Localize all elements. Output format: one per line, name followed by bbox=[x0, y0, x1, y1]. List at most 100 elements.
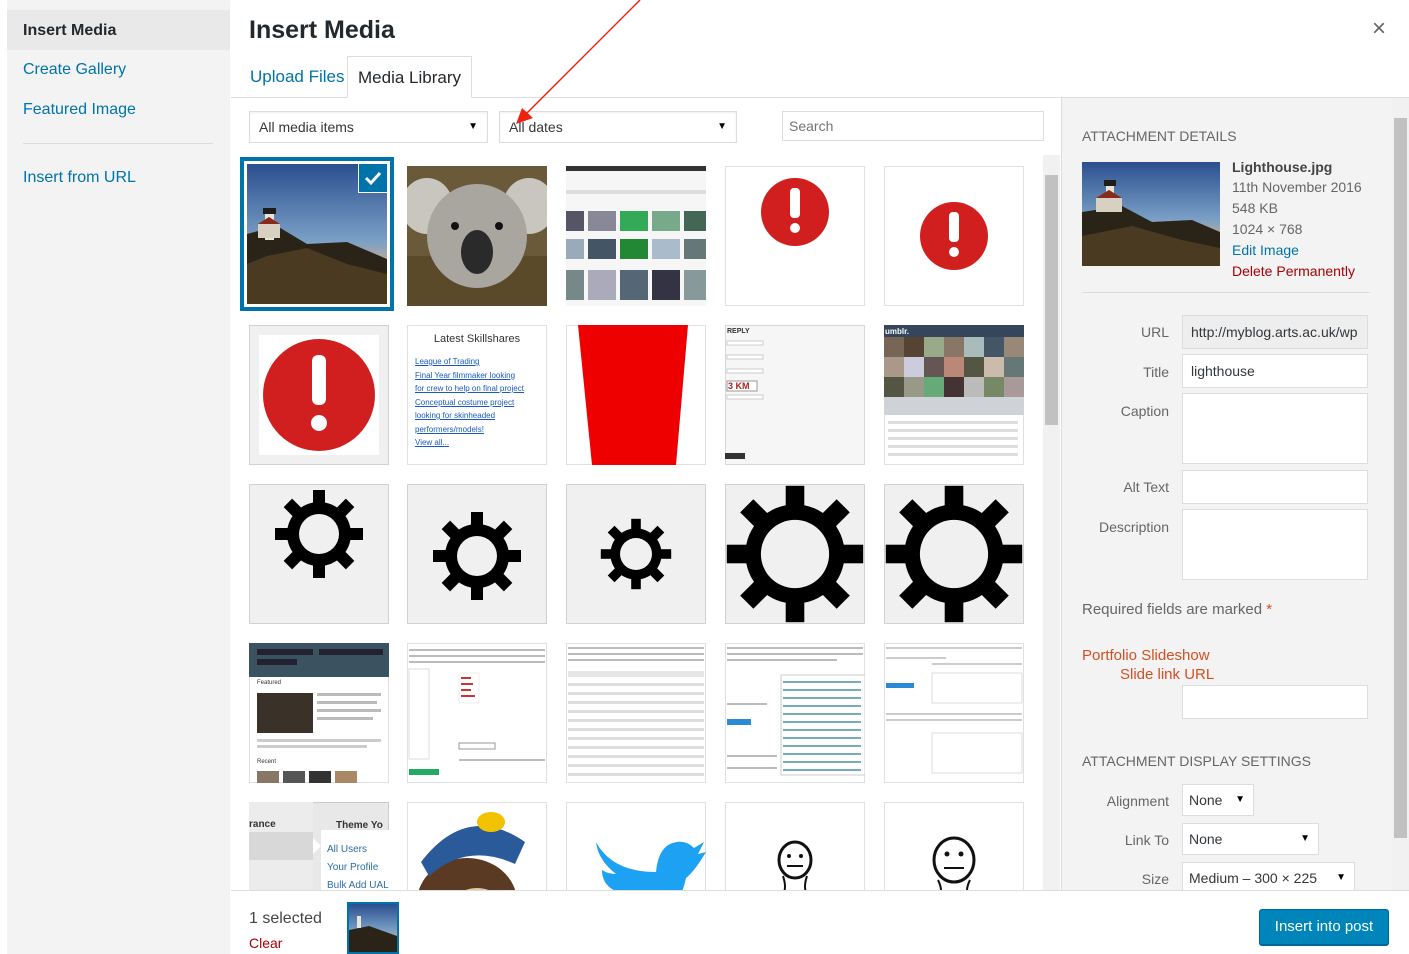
attachment-date: 11th November 2016 bbox=[1232, 179, 1362, 195]
attachment-featured-screenshot[interactable]: Featured Recent bbox=[249, 643, 389, 783]
gear-icon bbox=[275, 490, 363, 578]
link-to-label: Link To bbox=[1124, 832, 1169, 848]
sidebar-scrollbar[interactable] bbox=[1392, 98, 1409, 890]
skillshares-list: League of Trading Final Year filmmaker l… bbox=[415, 355, 543, 450]
tumblr-screenshot: umblr. bbox=[884, 325, 1024, 456]
table-screenshot-image bbox=[568, 647, 704, 776]
text-screenshot-image bbox=[408, 649, 545, 775]
menu-item-create-gallery[interactable]: Create Gallery bbox=[23, 61, 126, 79]
attachment-form-screenshot[interactable] bbox=[884, 643, 1024, 783]
title-field[interactable]: lighthouse bbox=[1182, 354, 1368, 388]
tumblr-logo-text: umblr. bbox=[885, 327, 909, 336]
attachment-mailchimp[interactable] bbox=[407, 802, 547, 890]
modal-title: Insert Media bbox=[249, 16, 395, 44]
attachment-gear-2[interactable] bbox=[407, 484, 547, 624]
list-screenshot-image bbox=[727, 647, 865, 776]
tab-media-library[interactable]: Media Library bbox=[347, 56, 472, 98]
gear-icon bbox=[726, 485, 864, 623]
skillshares-title: Latest Skillshares bbox=[433, 333, 521, 345]
attachment-face-2[interactable] bbox=[884, 802, 1024, 890]
attachment-tumblr[interactable]: umblr. bbox=[884, 325, 1024, 465]
attachment-filename: Lighthouse.jpg bbox=[1232, 159, 1333, 175]
attachments-grid: Latest Skillshares League of Trading Fin… bbox=[231, 150, 1043, 890]
attachment-koala[interactable] bbox=[407, 166, 547, 306]
attachment-alert-3[interactable] bbox=[249, 325, 389, 465]
attachment-text-screenshot-1[interactable] bbox=[407, 643, 547, 783]
slide-link-field[interactable] bbox=[1182, 685, 1368, 719]
caption-textarea[interactable] bbox=[1182, 393, 1368, 464]
alignment-label: Alignment bbox=[1106, 793, 1169, 809]
attachment-twitter[interactable] bbox=[566, 802, 706, 890]
attachment-gear-5[interactable] bbox=[884, 484, 1024, 624]
attachment-red-shape[interactable] bbox=[566, 325, 706, 465]
svg-text:3 KM: 3 KM bbox=[728, 381, 750, 391]
size-select[interactable]: Medium – 300 × 225 ▼ bbox=[1182, 862, 1355, 890]
menu-item-insert-media[interactable]: Insert Media bbox=[7, 10, 230, 50]
attachment-list-screenshot[interactable] bbox=[725, 643, 865, 783]
link-to-select[interactable]: None ▼ bbox=[1182, 823, 1319, 855]
featured-label: Featured bbox=[257, 680, 282, 686]
insert-into-post-button[interactable]: Insert into post bbox=[1259, 909, 1389, 945]
selected-attachment-thumb[interactable] bbox=[347, 902, 399, 954]
attachment-latest-skillshares[interactable]: Latest Skillshares League of Trading Fin… bbox=[407, 325, 547, 465]
alignment-value: None bbox=[1189, 792, 1223, 808]
date-filter[interactable]: All dates ▼ bbox=[499, 111, 737, 143]
form-screenshot-image bbox=[886, 647, 1023, 774]
skillshare-link: looking for skinheaded bbox=[415, 411, 496, 420]
details-divider bbox=[1082, 292, 1370, 293]
url-label: URL bbox=[1140, 324, 1169, 340]
library-screenshot-image bbox=[566, 166, 706, 306]
alignment-select[interactable]: None ▼ bbox=[1182, 784, 1254, 816]
users-submenu-item: Bulk Add UAL bbox=[327, 880, 389, 890]
sidebar-scrollbar-thumb[interactable] bbox=[1394, 118, 1407, 838]
search-input[interactable] bbox=[782, 111, 1044, 141]
attachment-lighthouse[interactable] bbox=[247, 164, 387, 304]
attachment-gear-1[interactable] bbox=[249, 484, 389, 624]
face-icon bbox=[932, 836, 976, 890]
edit-image-link[interactable]: Edit Image bbox=[1232, 242, 1299, 258]
caret-down-icon: ▼ bbox=[717, 121, 727, 132]
skillshare-link: Conceptual costume project bbox=[415, 397, 515, 407]
menu-item-featured-image[interactable]: Featured Image bbox=[23, 101, 136, 119]
koala-image bbox=[407, 166, 547, 306]
exclamation-icon bbox=[920, 202, 988, 270]
attachment-reply-form[interactable]: REPLY 3 KM bbox=[725, 325, 865, 465]
description-label: Description bbox=[1098, 519, 1169, 535]
attachment-gear-3[interactable] bbox=[566, 484, 706, 624]
caret-down-icon: ▼ bbox=[468, 121, 478, 132]
clear-selection-link[interactable]: Clear bbox=[249, 935, 282, 951]
required-notice: Required fields are marked * bbox=[1082, 601, 1272, 618]
attachment-details-heading: Attachment Details bbox=[1082, 128, 1237, 144]
attachment-face-1[interactable] bbox=[725, 802, 865, 890]
selection-count: 1 selected bbox=[249, 910, 322, 927]
caret-down-icon: ▼ bbox=[1235, 794, 1245, 805]
alt-text-field[interactable] bbox=[1182, 470, 1368, 504]
attachment-library-screenshot[interactable] bbox=[566, 166, 706, 306]
exclamation-icon bbox=[259, 335, 379, 455]
users-submenu-item: All Users bbox=[327, 844, 368, 855]
delete-permanently-link[interactable]: Delete Permanently bbox=[1232, 263, 1355, 279]
gear-icon bbox=[885, 485, 1023, 623]
menu-separator bbox=[23, 143, 213, 144]
checkmark-icon[interactable] bbox=[358, 164, 387, 193]
skillshare-link: for crew to help on final project bbox=[415, 384, 524, 393]
attachment-alert-1[interactable] bbox=[725, 166, 865, 306]
menu-item-insert-from-url[interactable]: Insert from URL bbox=[23, 169, 136, 187]
grid-scrollbar[interactable] bbox=[1043, 155, 1060, 890]
attachment-users-menu[interactable]: rance Theme Yo All Users Your Profile Bu… bbox=[249, 802, 389, 890]
skillshare-link: performers/models! bbox=[415, 424, 484, 434]
media-type-filter[interactable]: All media items ▼ bbox=[249, 111, 488, 143]
attachment-dimensions: 1024 × 768 bbox=[1232, 221, 1303, 237]
grid-scrollbar-thumb[interactable] bbox=[1045, 175, 1058, 425]
description-textarea[interactable] bbox=[1182, 509, 1368, 580]
recent-label: Recent bbox=[257, 759, 277, 765]
attachment-table-screenshot[interactable] bbox=[566, 643, 706, 783]
close-icon[interactable]: × bbox=[1364, 14, 1394, 44]
tab-upload-files[interactable]: Upload Files bbox=[240, 56, 355, 98]
attachment-gear-4[interactable] bbox=[725, 484, 865, 624]
url-field[interactable]: http://myblog.arts.ac.uk/wp bbox=[1182, 315, 1368, 349]
alt-text-label: Alt Text bbox=[1123, 479, 1169, 495]
attachment-alert-2[interactable] bbox=[884, 166, 1024, 306]
date-filter-value: All dates bbox=[509, 119, 563, 135]
twitter-bird-icon bbox=[596, 841, 706, 890]
